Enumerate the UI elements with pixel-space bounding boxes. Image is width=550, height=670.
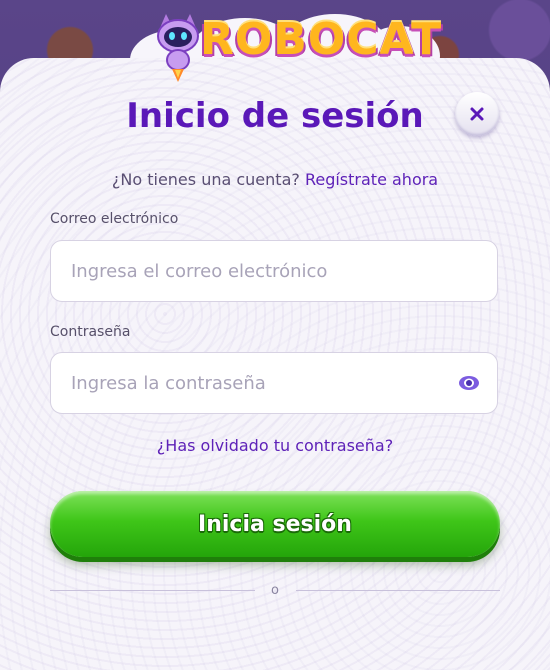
signup-prompt-text: ¿No tienes una cuenta? xyxy=(111,170,300,189)
email-field[interactable] xyxy=(50,240,498,302)
robocat-logo: ROBOCAT xyxy=(150,8,441,84)
email-label: Correo electrónico xyxy=(50,211,179,227)
close-icon xyxy=(470,107,484,121)
close-button[interactable] xyxy=(455,92,499,136)
eye-icon[interactable] xyxy=(458,374,480,392)
signup-link[interactable]: Regístrate ahora xyxy=(305,170,438,189)
login-button[interactable]: Inicia sesión xyxy=(50,491,500,557)
signup-prompt: ¿No tienes una cuenta? Regístrate ahora xyxy=(0,170,550,189)
login-button-label: Inicia sesión xyxy=(198,511,352,537)
forgot-password-link[interactable]: ¿Has olvidado tu contraseña? xyxy=(0,436,550,455)
separator-text: o xyxy=(271,583,279,598)
password-field[interactable] xyxy=(50,352,498,414)
logo-wordmark: ROBOCAT xyxy=(200,14,443,65)
robocat-mascot-icon xyxy=(157,14,199,82)
password-label: Contraseña xyxy=(50,324,131,340)
